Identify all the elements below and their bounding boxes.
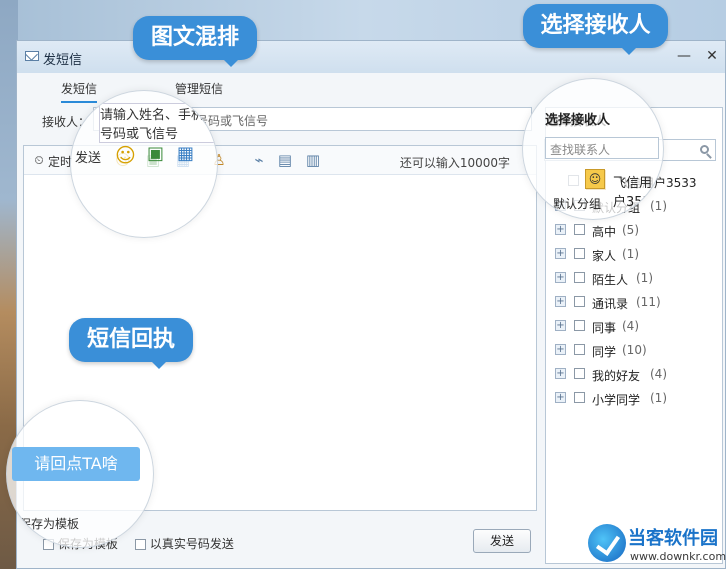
magnified-save-template: 保存为模板 xyxy=(19,517,80,531)
group-name: 家人 xyxy=(592,249,617,263)
real-number-option[interactable]: 以真实号码发送 xyxy=(135,535,234,552)
timer-icon[interactable]: ⏲ xyxy=(30,151,48,169)
group-checkbox[interactable] xyxy=(574,320,585,331)
group-name: 陌生人 xyxy=(592,273,629,287)
tab-bar: 发短信 管理短信 xyxy=(17,74,537,103)
window-title: 发短信 xyxy=(43,53,83,68)
group-count: (1) xyxy=(650,391,667,405)
magnified-panel-title: 选择接收人 xyxy=(545,113,611,128)
envelope-icon xyxy=(25,51,39,61)
callout-choose-recipient: 选择接收人 xyxy=(523,4,668,55)
group-name: 我的好友 xyxy=(592,369,641,383)
group-checkbox[interactable] xyxy=(574,344,585,355)
template-icon[interactable]: ▤ xyxy=(276,151,294,169)
magnified-avatar: ☺ xyxy=(585,169,605,189)
expand-icon[interactable]: + xyxy=(555,344,566,355)
real-number-checkbox[interactable] xyxy=(135,539,146,550)
close-button[interactable]: ✕ xyxy=(701,45,723,67)
group-count: (11) xyxy=(636,295,661,309)
expand-icon[interactable]: + xyxy=(555,248,566,259)
magnified-send-label: 发送 xyxy=(75,151,102,166)
send-button[interactable]: 发送 xyxy=(473,529,531,553)
group-checkbox[interactable] xyxy=(574,392,585,403)
timer-label[interactable]: 定时 xyxy=(48,153,72,170)
magnifier-contacts: 选择接收人 查找联系人 ☺ 飞信用户3533 默认分组 xyxy=(522,78,664,220)
expand-icon[interactable]: + xyxy=(555,320,566,331)
watermark-title: 当客软件园 xyxy=(628,528,718,549)
group-name: 同学 xyxy=(592,345,617,359)
group-count: (10) xyxy=(622,343,647,357)
group-count: (1) xyxy=(622,247,639,261)
group-name: 通讯录 xyxy=(592,297,629,311)
group-checkbox[interactable] xyxy=(574,368,585,379)
attachment-icon[interactable]: ⌁ xyxy=(250,151,268,169)
magnified-group-name: 默认分组 xyxy=(553,197,602,211)
group-checkbox[interactable] xyxy=(574,296,585,307)
group-checkbox[interactable] xyxy=(574,248,585,259)
expand-icon[interactable]: + xyxy=(555,392,566,403)
group-checkbox[interactable] xyxy=(574,272,585,283)
watermark-logo-icon xyxy=(588,524,626,562)
magnified-receiver-placeholder: 请输入姓名、手机号码或飞信号 xyxy=(99,103,217,143)
magnified-search-placeholder: 查找联系人 xyxy=(545,137,659,159)
quick-reply-button[interactable]: 请回点TA啥 xyxy=(12,447,140,481)
group-count: (1) xyxy=(636,271,653,285)
group-name: 同事 xyxy=(592,321,617,335)
magnified-contact-name: 飞信用户3533 xyxy=(613,176,660,210)
group-checkbox[interactable] xyxy=(574,224,585,235)
tab-manage-sms[interactable]: 管理短信 xyxy=(175,80,223,97)
watermark-url: www.downkr.com xyxy=(630,550,726,563)
expand-icon[interactable]: + xyxy=(555,224,566,235)
group-count: (4) xyxy=(622,319,639,333)
magnified-image-icon: ▣ xyxy=(147,143,165,164)
callout-sms-receipt: 短信回执 xyxy=(69,318,193,369)
group-name: 高中 xyxy=(592,225,617,239)
tab-send-sms[interactable]: 发短信 xyxy=(61,80,98,103)
group-count: (4) xyxy=(650,367,667,381)
search-icon[interactable] xyxy=(700,145,709,154)
expand-icon[interactable]: + xyxy=(555,296,566,307)
char-count: 还可以输入10000字 xyxy=(399,156,510,170)
magnified-emoji-icon: ☺ xyxy=(115,143,136,167)
group-name: 小学同学 xyxy=(592,393,641,407)
minimize-button[interactable]: — xyxy=(673,45,695,67)
group-count: (5) xyxy=(622,223,639,237)
magnified-screenshot-icon: ▦ xyxy=(177,143,195,164)
watermark: 当客软件园 www.downkr.com xyxy=(586,522,726,569)
callout-mixed-layout: 图文混排 xyxy=(133,16,257,67)
expand-icon[interactable]: + xyxy=(555,272,566,283)
book-icon[interactable]: ▥ xyxy=(304,151,322,169)
real-number-label: 以真实号码发送 xyxy=(149,537,234,551)
expand-icon[interactable]: + xyxy=(555,368,566,379)
magnifier-toolbar: 请输入姓名、手机号码或飞信号 发送 ☺ ▣ ▦ xyxy=(70,90,218,238)
